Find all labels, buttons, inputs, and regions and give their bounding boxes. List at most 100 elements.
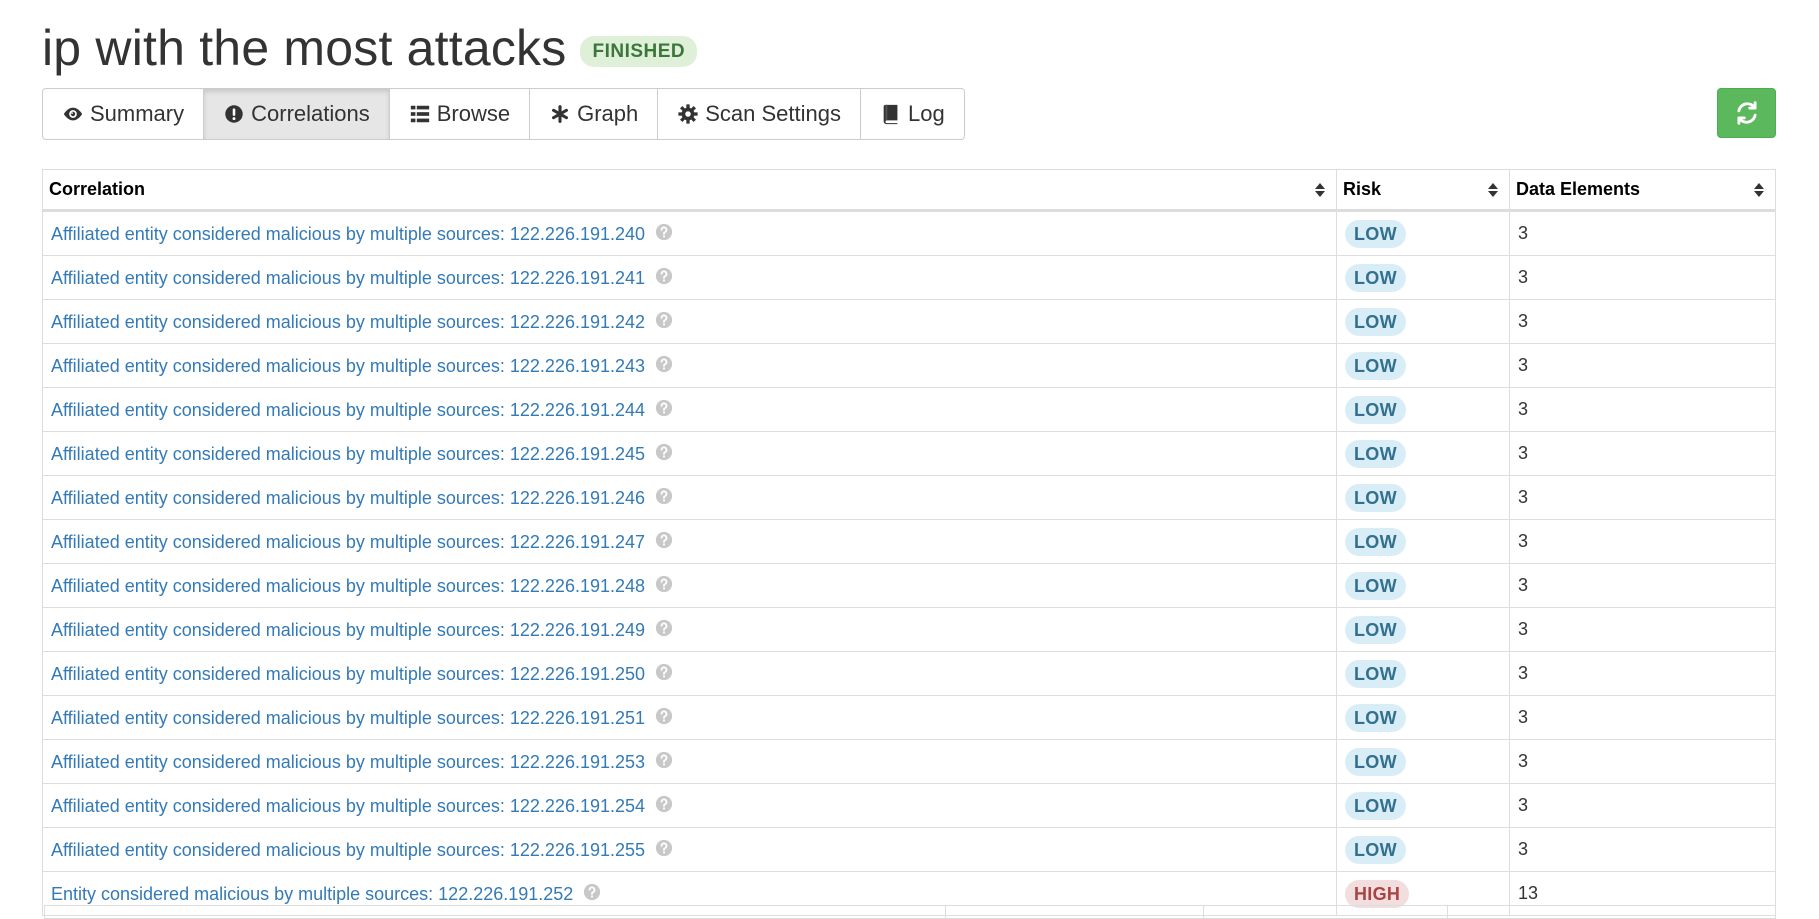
table-row: Affiliated entity considered malicious b… <box>42 783 1776 828</box>
column-header-risk-label: Risk <box>1343 179 1382 199</box>
risk-cell: LOW <box>1336 387 1510 432</box>
question-circle-icon[interactable] <box>583 883 601 901</box>
correlations-table: Correlation Risk Data Elements Affiliate… <box>42 169 1776 916</box>
data-elements-cell: 3 <box>1509 431 1776 476</box>
table-row: Affiliated entity considered malicious b… <box>42 343 1776 388</box>
risk-badge: LOW <box>1345 835 1406 864</box>
cog-icon <box>677 103 699 125</box>
risk-badge: LOW <box>1345 307 1406 336</box>
page-title: ip with the most attacks <box>42 20 567 76</box>
risk-cell: LOW <box>1336 299 1510 344</box>
scan-tabs: Summary Correlations Browse Graph Scan S… <box>42 88 965 140</box>
tab-log[interactable]: Log <box>860 89 964 139</box>
risk-badge: LOW <box>1345 659 1406 688</box>
tab-graph-label: Graph <box>577 101 639 126</box>
correlation-cell: Affiliated entity considered malicious b… <box>42 695 1337 740</box>
correlation-cell: Affiliated entity considered malicious b… <box>42 519 1337 564</box>
question-circle-icon[interactable] <box>655 707 673 725</box>
title-row: ip with the most attacks FINISHED <box>42 18 698 78</box>
correlation-link[interactable]: Entity considered malicious by multiple … <box>51 884 573 904</box>
refresh-icon <box>1734 100 1760 126</box>
risk-badge: LOW <box>1345 571 1406 600</box>
question-circle-icon[interactable] <box>655 267 673 285</box>
correlation-link[interactable]: Affiliated entity considered malicious b… <box>51 532 645 552</box>
correlation-link[interactable]: Affiliated entity considered malicious b… <box>51 444 645 464</box>
correlation-cell: Affiliated entity considered malicious b… <box>42 299 1337 344</box>
correlation-link[interactable]: Affiliated entity considered malicious b… <box>51 840 645 860</box>
table-row: Affiliated entity considered malicious b… <box>42 387 1776 432</box>
question-circle-icon[interactable] <box>655 531 673 549</box>
correlation-link[interactable]: Affiliated entity considered malicious b… <box>51 708 645 728</box>
asterisk-icon <box>549 103 571 125</box>
correlation-link[interactable]: Affiliated entity considered malicious b… <box>51 400 645 420</box>
risk-cell: LOW <box>1336 563 1510 608</box>
tab-correlations[interactable]: Correlations <box>203 89 389 139</box>
risk-cell: LOW <box>1336 607 1510 652</box>
risk-badge: LOW <box>1345 439 1406 468</box>
list-icon <box>409 103 431 125</box>
correlation-link[interactable]: Affiliated entity considered malicious b… <box>51 356 645 376</box>
question-circle-icon[interactable] <box>655 223 673 241</box>
question-circle-icon[interactable] <box>655 795 673 813</box>
correlation-link[interactable]: Affiliated entity considered malicious b… <box>51 312 645 332</box>
risk-badge: HIGH <box>1345 879 1410 908</box>
correlation-cell: Affiliated entity considered malicious b… <box>42 607 1337 652</box>
risk-badge: LOW <box>1345 219 1406 248</box>
tab-summary-label: Summary <box>90 101 185 126</box>
column-header-risk[interactable]: Risk <box>1336 169 1510 212</box>
correlation-cell: Affiliated entity considered malicious b… <box>42 651 1337 696</box>
correlation-link[interactable]: Affiliated entity considered malicious b… <box>51 796 645 816</box>
risk-badge: LOW <box>1345 747 1406 776</box>
question-circle-icon[interactable] <box>655 839 673 857</box>
question-circle-icon[interactable] <box>655 443 673 461</box>
risk-cell: LOW <box>1336 210 1510 256</box>
question-circle-icon[interactable] <box>655 355 673 373</box>
refresh-button[interactable] <box>1717 88 1776 138</box>
correlation-cell: Affiliated entity considered malicious b… <box>42 563 1337 608</box>
correlation-link[interactable]: Affiliated entity considered malicious b… <box>51 576 645 596</box>
question-circle-icon[interactable] <box>655 575 673 593</box>
correlation-link[interactable]: Affiliated entity considered malicious b… <box>51 488 645 508</box>
correlation-cell: Affiliated entity considered malicious b… <box>42 475 1337 520</box>
question-circle-icon[interactable] <box>655 487 673 505</box>
table-row: Affiliated entity considered malicious b… <box>42 651 1776 696</box>
table-row: Affiliated entity considered malicious b… <box>42 255 1776 300</box>
question-circle-icon[interactable] <box>655 751 673 769</box>
correlation-cell: Affiliated entity considered malicious b… <box>42 210 1337 256</box>
question-circle-icon[interactable] <box>655 399 673 417</box>
correlation-cell: Affiliated entity considered malicious b… <box>42 255 1337 300</box>
expanded-row-table-edge <box>44 905 1776 919</box>
table-row: Affiliated entity considered malicious b… <box>42 607 1776 652</box>
book-icon <box>880 103 902 125</box>
correlation-link[interactable]: Affiliated entity considered malicious b… <box>51 224 645 244</box>
risk-cell: LOW <box>1336 651 1510 696</box>
table-header-row: Correlation Risk Data Elements <box>42 169 1776 212</box>
risk-cell: LOW <box>1336 695 1510 740</box>
column-header-data-elements[interactable]: Data Elements <box>1509 169 1776 212</box>
data-elements-cell: 3 <box>1509 695 1776 740</box>
table-row: Affiliated entity considered malicious b… <box>42 827 1776 872</box>
correlation-link[interactable]: Affiliated entity considered malicious b… <box>51 664 645 684</box>
tab-scan-settings[interactable]: Scan Settings <box>657 89 860 139</box>
tab-graph[interactable]: Graph <box>529 89 658 139</box>
tab-summary[interactable]: Summary <box>43 89 204 139</box>
risk-badge: LOW <box>1345 483 1406 512</box>
sort-icon <box>1315 183 1325 197</box>
table-row: Affiliated entity considered malicious b… <box>42 563 1776 608</box>
correlation-link[interactable]: Affiliated entity considered malicious b… <box>51 752 645 772</box>
table-body: Affiliated entity considered malicious b… <box>42 210 1776 916</box>
question-circle-icon[interactable] <box>655 663 673 681</box>
question-circle-icon[interactable] <box>655 619 673 637</box>
column-header-correlation[interactable]: Correlation <box>42 169 1337 212</box>
table-row: Affiliated entity considered malicious b… <box>42 739 1776 784</box>
tab-browse-label: Browse <box>436 101 511 126</box>
tab-browse[interactable]: Browse <box>388 89 530 139</box>
correlation-link[interactable]: Affiliated entity considered malicious b… <box>51 620 645 640</box>
data-elements-cell: 3 <box>1509 651 1776 696</box>
data-elements-cell: 3 <box>1509 299 1776 344</box>
correlation-link[interactable]: Affiliated entity considered malicious b… <box>51 268 645 288</box>
question-circle-icon[interactable] <box>655 311 673 329</box>
data-elements-cell: 3 <box>1509 343 1776 388</box>
risk-cell: LOW <box>1336 255 1510 300</box>
data-elements-cell: 3 <box>1509 387 1776 432</box>
